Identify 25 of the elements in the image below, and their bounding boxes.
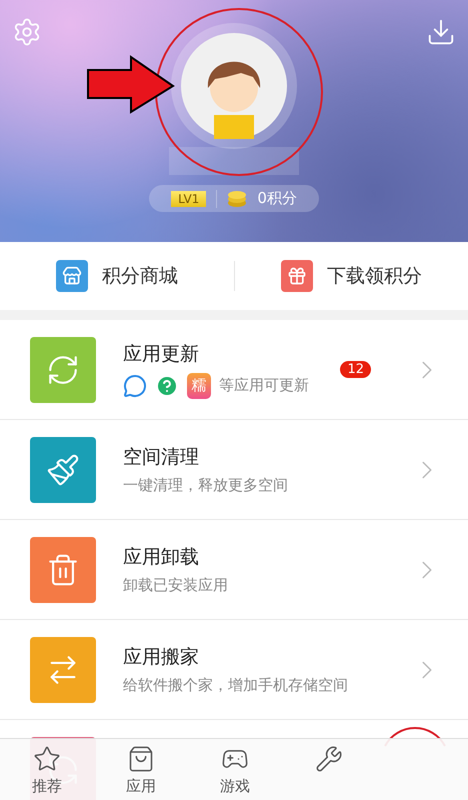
item-title: 应用更新 — [123, 342, 200, 366]
shortcut-link[interactable]: 下载领积分 — [234, 260, 468, 292]
item-subtitle: 给软件搬个家，增加手机存储空间 — [123, 676, 349, 695]
level-badge: LV1 — [171, 190, 206, 206]
tab[interactable]: 游戏 — [188, 739, 282, 800]
item-title: 空间清理 — [123, 445, 200, 470]
tab[interactable]: 应用 — [94, 739, 188, 800]
star-icon — [33, 745, 61, 773]
item-subtitle: 一键清理，释放更多空间 — [123, 476, 289, 495]
settings-icon[interactable] — [12, 17, 42, 47]
item-title: 应用搬家 — [123, 645, 200, 670]
bag-icon — [127, 745, 155, 773]
item-title: 应用卸载 — [123, 545, 200, 570]
item-subtitle: 等应用可更新 — [219, 376, 309, 395]
shortcut-link[interactable]: 积分商城 — [0, 260, 234, 292]
avatar[interactable] — [181, 33, 287, 139]
count-badge: 12 — [340, 361, 371, 378]
coin-icon — [227, 190, 248, 208]
tab[interactable]: 推荐 — [0, 739, 94, 800]
app-icon: 糯 — [187, 372, 211, 398]
points-label: 0积分 — [257, 189, 297, 208]
download-icon[interactable] — [426, 17, 456, 47]
item-subtitle: 卸载已安装应用 — [123, 576, 229, 595]
manage-icon — [315, 745, 343, 773]
chat-bubble-icon — [123, 374, 147, 398]
